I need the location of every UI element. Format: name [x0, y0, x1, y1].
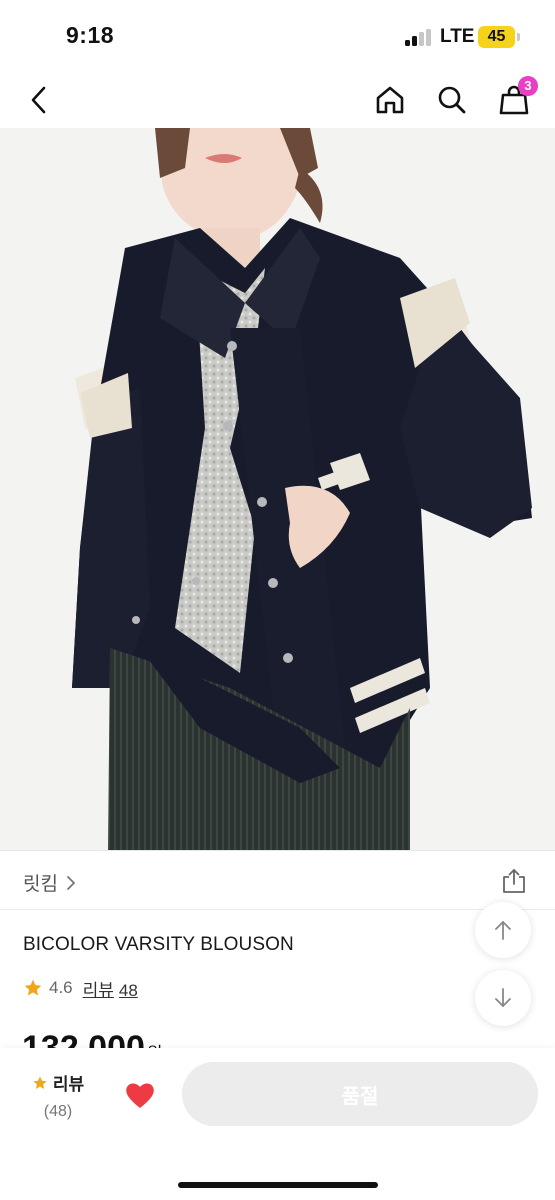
- review-link-label: 리뷰: [82, 980, 114, 1000]
- scroll-bottom-button[interactable]: [475, 970, 531, 1026]
- sold-out-button[interactable]: 품절: [182, 1062, 538, 1126]
- arrow-down-icon: [495, 988, 511, 1007]
- star-icon: [24, 979, 42, 996]
- signal-icon: [405, 29, 433, 46]
- home-button[interactable]: [368, 78, 412, 122]
- top-nav: 3: [0, 72, 555, 128]
- cart-button[interactable]: 3: [492, 76, 538, 122]
- wishlist-button[interactable]: [124, 1080, 156, 1110]
- share-icon: [503, 869, 525, 893]
- chevron-right-icon: [67, 875, 75, 890]
- price-partial: 132,000원: [22, 1028, 202, 1048]
- product-image[interactable]: [0, 128, 555, 850]
- cart-count-badge: 3: [518, 76, 538, 96]
- review-summary-button[interactable]: 리뷰 (48): [28, 1070, 88, 1121]
- review-summary-label: 리뷰: [52, 1075, 85, 1094]
- arrow-up-icon: [495, 921, 511, 940]
- search-button[interactable]: [430, 78, 474, 122]
- product-photo: [0, 128, 555, 850]
- brand-name: 릿킴: [23, 874, 58, 895]
- share-button[interactable]: [500, 867, 528, 895]
- price: 132,000원: [22, 1028, 202, 1048]
- brand-link[interactable]: 릿킴: [23, 869, 76, 896]
- review-summary-top: 리뷰: [28, 1070, 88, 1095]
- review-link-count: 48: [118, 980, 138, 1000]
- chevron-left-icon: [31, 86, 46, 114]
- battery-tip: [517, 33, 520, 41]
- price-value: 132,000: [22, 1029, 145, 1048]
- scroll-top-button[interactable]: [475, 902, 531, 958]
- review-link[interactable]: 리뷰 48: [83, 976, 138, 1001]
- rating-value: 4.6: [49, 978, 73, 997]
- product-name: BICOLOR VARSITY BLOUSON: [23, 934, 294, 955]
- brand-row: 릿킴: [0, 850, 555, 910]
- status-bar: 9:18 LTE 45: [0, 0, 555, 72]
- network-type: LTE: [440, 26, 475, 47]
- home-icon: [376, 86, 404, 114]
- review-summary-count: (48): [43, 1103, 73, 1120]
- battery-icon: 45: [478, 26, 515, 48]
- heart-icon: [126, 1083, 154, 1108]
- home-indicator: [178, 1182, 378, 1188]
- status-time: 9:18: [66, 22, 115, 48]
- back-button[interactable]: [17, 78, 61, 122]
- bottom-action-bar: 리뷰 (48) 품절: [0, 1048, 555, 1200]
- search-icon: [438, 86, 466, 114]
- rating-row: 4.6 리뷰 48: [23, 976, 138, 1000]
- star-icon: [33, 1075, 47, 1089]
